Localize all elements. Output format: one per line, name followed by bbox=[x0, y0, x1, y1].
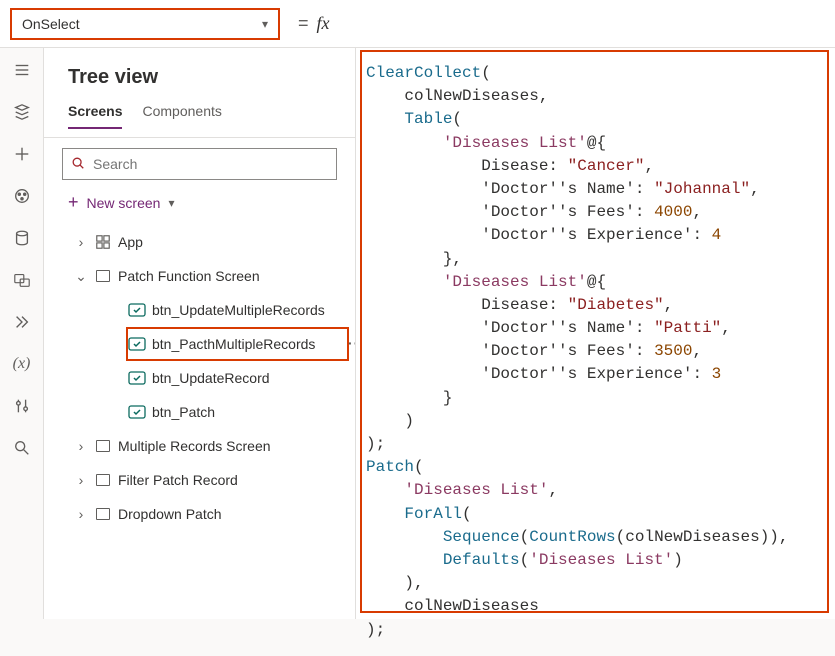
insert-icon[interactable] bbox=[12, 144, 32, 164]
tree-item-label: btn_UpdateRecord bbox=[152, 370, 270, 386]
caret-right-icon: › bbox=[74, 506, 88, 522]
advanced-tools-icon[interactable] bbox=[12, 396, 32, 416]
search-icon bbox=[71, 156, 85, 173]
screen-icon bbox=[94, 505, 112, 523]
tab-screens[interactable]: Screens bbox=[68, 103, 122, 129]
caret-down-icon: ⌄ bbox=[74, 268, 88, 285]
tree-view-panel: Tree view Screens Components + New scree… bbox=[44, 48, 356, 619]
caret-right-icon: › bbox=[74, 234, 88, 250]
caret-right-icon: › bbox=[74, 438, 88, 454]
tree-item-multi-records[interactable]: › Multiple Records Screen bbox=[44, 429, 355, 463]
tree-item-btn-patch-multi[interactable]: btn_PacthMultipleRecords ··· bbox=[44, 327, 355, 361]
plus-icon: + bbox=[68, 192, 79, 213]
screen-icon bbox=[94, 267, 112, 285]
tree-item-filter-patch[interactable]: › Filter Patch Record bbox=[44, 463, 355, 497]
tree-view-icon[interactable] bbox=[12, 102, 32, 122]
tree-item-label: Filter Patch Record bbox=[118, 472, 238, 488]
data-icon[interactable] bbox=[12, 228, 32, 248]
button-control-icon bbox=[128, 403, 146, 421]
button-control-icon bbox=[128, 335, 146, 353]
hamburger-icon[interactable] bbox=[12, 60, 32, 80]
formula-bar[interactable]: ClearCollect( colNewDiseases, Table( 'Di… bbox=[356, 48, 835, 619]
tree-view-title: Tree view bbox=[44, 66, 355, 103]
power-automate-icon[interactable] bbox=[12, 312, 32, 332]
tree-item-label: btn_PacthMultipleRecords bbox=[152, 336, 315, 352]
theme-icon[interactable] bbox=[12, 186, 32, 206]
media-icon[interactable] bbox=[12, 270, 32, 290]
tree-item-btn-update[interactable]: btn_UpdateRecord bbox=[44, 361, 355, 395]
screen-icon bbox=[94, 471, 112, 489]
tree-item-label: btn_Patch bbox=[152, 404, 215, 420]
tree-item-patch-screen[interactable]: ⌄ Patch Function Screen bbox=[44, 259, 355, 293]
left-rail: (x) bbox=[0, 48, 44, 619]
tab-components[interactable]: Components bbox=[142, 103, 221, 129]
caret-right-icon: › bbox=[74, 472, 88, 488]
button-control-icon bbox=[128, 369, 146, 387]
equals-label: = bbox=[298, 13, 309, 34]
button-control-icon bbox=[128, 301, 146, 319]
variables-icon[interactable]: (x) bbox=[12, 354, 32, 374]
tree-item-label: App bbox=[118, 234, 143, 250]
screen-icon bbox=[94, 437, 112, 455]
property-selector[interactable]: OnSelect ▾ bbox=[10, 8, 280, 40]
search-input-wrapper[interactable] bbox=[62, 148, 337, 180]
tree-item-btn-update-multi[interactable]: btn_UpdateMultipleRecords bbox=[44, 293, 355, 327]
tree-list: › App ⌄ Patch Function Screen btn_Update… bbox=[44, 221, 355, 619]
tree-item-label: Multiple Records Screen bbox=[118, 438, 271, 454]
search-rail-icon[interactable] bbox=[12, 438, 32, 458]
formula-code[interactable]: ClearCollect( colNewDiseases, Table( 'Di… bbox=[356, 48, 835, 656]
fx-label: fx bbox=[317, 13, 330, 34]
more-options-icon[interactable]: ··· bbox=[348, 335, 355, 351]
chevron-down-icon: ▾ bbox=[262, 17, 268, 31]
search-input[interactable] bbox=[93, 156, 328, 172]
tree-item-label: Dropdown Patch bbox=[118, 506, 222, 522]
tree-item-app[interactable]: › App bbox=[44, 225, 355, 259]
property-selector-value: OnSelect bbox=[22, 16, 80, 32]
tree-item-btn-patch[interactable]: btn_Patch bbox=[44, 395, 355, 429]
new-screen-label: New screen bbox=[87, 195, 161, 211]
chevron-down-icon: ▾ bbox=[168, 196, 174, 210]
tree-item-label: Patch Function Screen bbox=[118, 268, 260, 284]
tree-item-label: btn_UpdateMultipleRecords bbox=[152, 302, 325, 318]
tree-item-dropdown-patch[interactable]: › Dropdown Patch bbox=[44, 497, 355, 531]
app-icon bbox=[94, 233, 112, 251]
new-screen-button[interactable]: + New screen ▾ bbox=[44, 186, 355, 221]
